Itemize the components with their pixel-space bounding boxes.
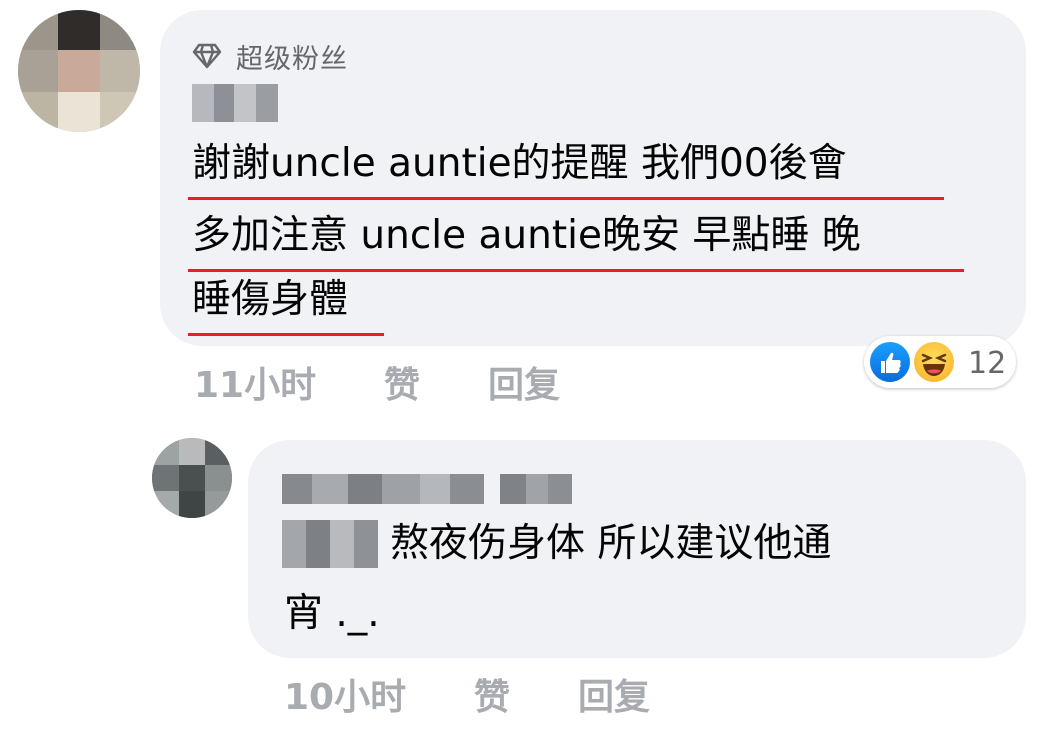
diamond-icon bbox=[192, 43, 222, 69]
avatar-pixel bbox=[100, 92, 140, 132]
comment-text-line: 睡傷身體 bbox=[188, 278, 384, 336]
commenter-name-blurred[interactable] bbox=[192, 84, 278, 122]
comment-timestamp[interactable]: 11小时 bbox=[194, 356, 316, 408]
avatar-pixel bbox=[100, 10, 140, 50]
avatar-pixel bbox=[152, 438, 179, 465]
top-fan-badge[interactable]: 超级粉丝 bbox=[192, 36, 348, 76]
avatar-pixel bbox=[58, 50, 100, 92]
avatar-pixel bbox=[18, 92, 58, 132]
haha-reaction-icon bbox=[912, 340, 956, 384]
red-underline bbox=[188, 333, 384, 336]
red-underline bbox=[188, 269, 964, 272]
avatar-pixel bbox=[205, 491, 232, 518]
reply-commenter-name-blurred[interactable] bbox=[282, 474, 572, 504]
avatar-pixel bbox=[58, 92, 100, 132]
comment-text-line: 多加注意 uncle auntie晚安 早點睡 晚 bbox=[188, 214, 964, 272]
comment-text-line: 謝謝uncle auntie的提醒 我們00後會 bbox=[188, 142, 944, 200]
avatar-pixel bbox=[205, 438, 232, 465]
reply-text-line: 熬夜伤身体 所以建议他通 bbox=[390, 521, 832, 566]
avatar-pixel bbox=[18, 50, 58, 92]
like-button[interactable]: 赞 bbox=[384, 356, 420, 408]
avatar-pixel bbox=[152, 491, 179, 518]
avatar-pixel bbox=[205, 465, 232, 491]
avatar-pixel bbox=[179, 438, 205, 465]
reactions-summary[interactable]: 12 bbox=[864, 336, 1016, 388]
fan-badge-label: 超级粉丝 bbox=[236, 43, 348, 75]
avatar-pixel bbox=[18, 10, 58, 50]
reply-text-line: 宵 ._. bbox=[284, 591, 380, 636]
reply-button[interactable]: 回复 bbox=[488, 356, 560, 408]
reply-commenter-avatar[interactable] bbox=[152, 438, 232, 518]
commenter-avatar[interactable] bbox=[18, 10, 140, 132]
like-reaction-icon bbox=[868, 340, 912, 384]
reply-like-button[interactable]: 赞 bbox=[474, 668, 510, 720]
avatar-pixel bbox=[58, 10, 100, 50]
avatar-pixel bbox=[152, 465, 179, 491]
avatar-pixel bbox=[100, 50, 140, 92]
reaction-count: 12 bbox=[968, 346, 1007, 381]
reply-reply-button[interactable]: 回复 bbox=[578, 668, 650, 720]
avatar-pixel bbox=[179, 465, 205, 491]
avatar-pixel bbox=[179, 491, 205, 518]
mentioned-user-blurred[interactable] bbox=[282, 520, 378, 568]
reply-timestamp[interactable]: 10小时 bbox=[284, 668, 406, 720]
red-underline bbox=[188, 197, 944, 200]
